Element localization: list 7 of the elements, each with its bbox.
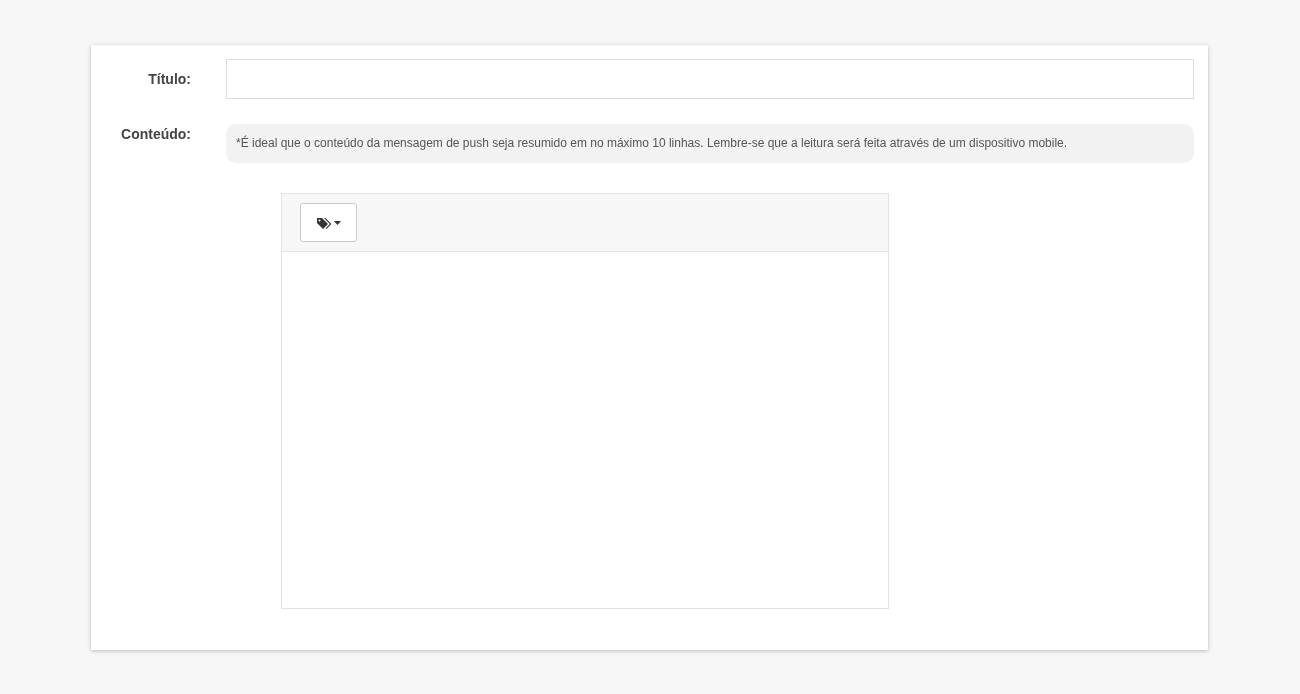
field-label: Conteúdo:: [121, 126, 191, 142]
tag-dropdown-button[interactable]: [300, 203, 357, 242]
title-input-field[interactable]: [226, 59, 1194, 99]
caret-icon: [334, 220, 341, 225]
content-hint: *É ideal que o conteúdo da mensagem de push seja resumido em no máximo 10 linhas. Lembre-se que a leitura será feita através de um dispositivo mobile.: [226, 124, 1194, 163]
field-label: Título:: [148, 71, 191, 87]
tags-icon: [316, 216, 331, 229]
